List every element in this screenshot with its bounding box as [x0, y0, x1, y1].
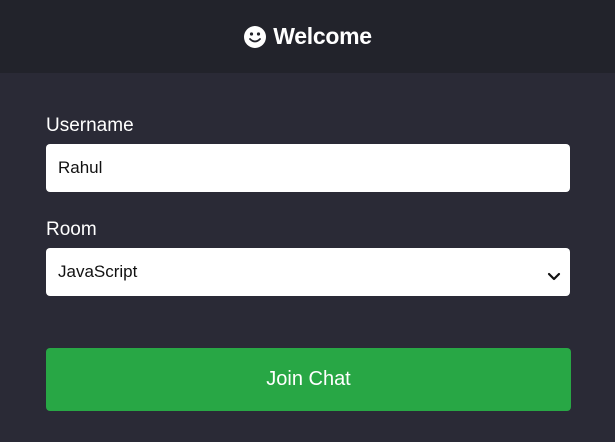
username-input[interactable]: Rahul [46, 144, 570, 192]
join-form: Username Rahul Room JavaScript Join Chat [0, 114, 615, 411]
join-chat-button[interactable]: Join Chat [46, 348, 571, 411]
chevron-down-icon [547, 267, 561, 281]
room-selected-value: JavaScript [58, 262, 138, 281]
room-label: Room [46, 219, 97, 240]
username-value: Rahul [58, 158, 103, 177]
page-title: Welcome [273, 23, 372, 49]
room-select[interactable]: JavaScript [46, 248, 570, 296]
header: Welcome [0, 0, 615, 73]
username-label: Username [46, 115, 134, 136]
smile-icon [243, 25, 267, 49]
